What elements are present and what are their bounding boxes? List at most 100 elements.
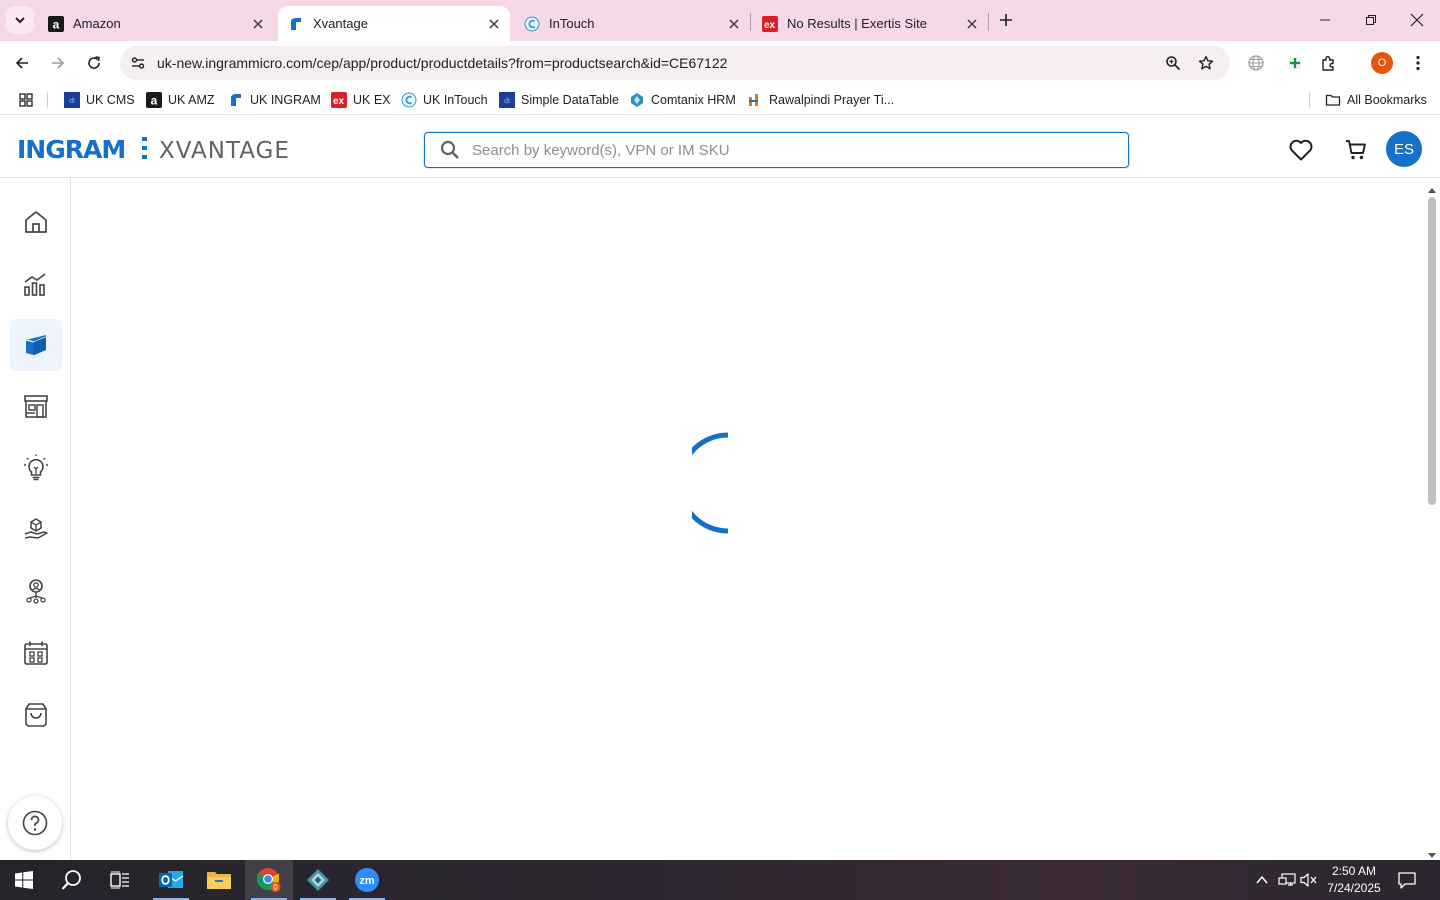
ingram-logo[interactable]: INGRAM xyxy=(17,135,126,164)
ingram-icon xyxy=(288,16,304,32)
bookmark-label: UK EX xyxy=(353,93,391,107)
taskbar-zoom[interactable]: zm xyxy=(343,860,391,900)
all-bookmarks-label: All Bookmarks xyxy=(1347,93,1427,107)
close-tab-icon[interactable] xyxy=(248,14,268,34)
volume-muted-icon[interactable] xyxy=(1299,870,1319,890)
browser-tab-strip: a Amazon Xvantage InTouch ex No Results … xyxy=(0,0,1440,41)
question-icon xyxy=(21,809,49,837)
bar-chart-icon xyxy=(22,270,50,298)
apps-icon[interactable] xyxy=(18,91,34,109)
bookmark-label: Rawalpindi Prayer Ti... xyxy=(769,93,895,107)
bookmark-uk-ex[interactable]: ex UK EX xyxy=(331,91,391,109)
scroll-down-icon[interactable] xyxy=(1428,846,1436,858)
tab-exertis[interactable]: ex No Results | Exertis Site xyxy=(752,6,988,41)
puzzle-icon[interactable] xyxy=(1318,52,1340,74)
sidebar-item-store[interactable] xyxy=(10,380,62,432)
bookmark-comtanix-hrm[interactable]: Comtanix HRM xyxy=(629,91,736,109)
tab-title: No Results | Exertis Site xyxy=(787,16,927,31)
sidebar-item-orders[interactable] xyxy=(10,689,62,741)
user-avatar[interactable]: ES xyxy=(1386,131,1422,167)
bookmark-uk-ingram[interactable]: UK INGRAM xyxy=(228,91,321,109)
shopping-bag-icon xyxy=(22,701,50,729)
svg-text:zm: zm xyxy=(359,875,375,887)
heart-icon[interactable] xyxy=(1286,135,1316,165)
scroll-up-icon[interactable] xyxy=(1428,182,1436,193)
zoom-icon[interactable] xyxy=(1163,53,1183,73)
bookmark-label: UK AMZ xyxy=(168,93,215,107)
box-icon xyxy=(22,331,50,359)
bookmark-separator xyxy=(1309,92,1310,108)
all-bookmarks[interactable]: All Bookmarks xyxy=(1325,91,1427,109)
reload-button[interactable] xyxy=(80,49,108,77)
close-tab-icon[interactable] xyxy=(484,14,504,34)
product-search[interactable] xyxy=(424,132,1129,168)
page-scrollbar[interactable] xyxy=(1424,178,1440,860)
chevron-down-icon xyxy=(14,14,26,26)
sidebar-item-ideas[interactable] xyxy=(10,442,62,494)
sidebar-item-calendar[interactable] xyxy=(10,627,62,679)
close-window-button[interactable] xyxy=(1394,0,1440,40)
folder-icon xyxy=(206,869,232,891)
bookmarks-bar: dt UK CMS a UK AMZ UK INGRAM ex UK EX UK… xyxy=(0,85,1440,115)
sidebar xyxy=(0,178,71,860)
close-tab-icon[interactable] xyxy=(962,14,982,34)
extension-plus-icon[interactable] xyxy=(1284,52,1306,74)
translate-icon[interactable] xyxy=(1245,52,1267,74)
tab-search-button[interactable] xyxy=(6,6,34,34)
svg-text:dt: dt xyxy=(69,98,75,105)
bookmark-uk-cms[interactable]: dt UK CMS xyxy=(64,91,135,109)
start-button[interactable] xyxy=(0,860,48,900)
taskbar-search-button[interactable] xyxy=(48,860,96,900)
main-content xyxy=(72,178,1424,860)
dt-icon: dt xyxy=(499,92,515,108)
tab-amazon[interactable]: a Amazon xyxy=(38,6,274,41)
xvantage-logo[interactable]: XVANTAGE xyxy=(159,138,290,164)
help-button[interactable] xyxy=(8,796,62,850)
bookmark-uk-amz[interactable]: a UK AMZ xyxy=(146,91,215,109)
taskbar-clock[interactable]: 2:50 AM 7/24/2025 xyxy=(1322,863,1386,897)
taskbar-file-explorer[interactable] xyxy=(195,860,243,900)
chevron-up-icon[interactable] xyxy=(1252,870,1272,890)
bookmark-simple-datatable[interactable]: dt Simple DataTable xyxy=(499,91,619,109)
bookmark-rawalpindi-prayer[interactable]: Rawalpindi Prayer Ti... xyxy=(747,91,894,109)
restore-button[interactable] xyxy=(1348,0,1394,40)
app-header: INGRAM XVANTAGE ES xyxy=(0,121,1440,178)
forward-button[interactable] xyxy=(44,49,72,77)
cart-icon[interactable] xyxy=(1341,135,1371,165)
bookmark-label: Comtanix HRM xyxy=(651,93,736,107)
sidebar-item-services[interactable] xyxy=(10,503,62,555)
tab-xvantage[interactable]: Xvantage xyxy=(278,6,510,41)
browser-toolbar: uk-new.ingrammicro.com/cep/app/product/p… xyxy=(0,41,1440,85)
loading-spinner-icon xyxy=(692,431,796,535)
windows-taskbar: 0 zm 2:50 AM 7/24/2025 xyxy=(0,860,1440,900)
clock-date: 7/24/2025 xyxy=(1327,881,1381,895)
notification-icon[interactable] xyxy=(1397,870,1417,890)
close-tab-icon[interactable] xyxy=(724,14,744,34)
search-icon[interactable] xyxy=(440,140,460,160)
taskbar-outlook[interactable] xyxy=(147,860,195,900)
tab-intouch[interactable]: InTouch xyxy=(514,6,750,41)
scrollbar-thumb[interactable] xyxy=(1428,197,1436,505)
sidebar-item-home[interactable] xyxy=(10,196,62,248)
outlook-icon xyxy=(158,868,184,892)
sidebar-item-support[interactable] xyxy=(10,565,62,617)
star-icon[interactable] xyxy=(1196,53,1216,73)
back-button[interactable] xyxy=(8,49,36,77)
minimize-button[interactable] xyxy=(1302,0,1348,40)
restore-icon xyxy=(1365,14,1377,26)
sidebar-item-analytics[interactable] xyxy=(10,258,62,310)
taskbar-app-diamond[interactable] xyxy=(294,860,342,900)
menu-dots-icon[interactable] xyxy=(1407,52,1429,74)
new-tab-button[interactable] xyxy=(994,8,1018,32)
network-icon[interactable] xyxy=(1277,870,1297,890)
task-view-button[interactable] xyxy=(96,860,144,900)
sidebar-item-products[interactable] xyxy=(10,319,62,371)
profile-avatar[interactable]: O xyxy=(1371,52,1393,74)
search-input[interactable] xyxy=(472,139,1112,161)
address-bar[interactable]: uk-new.ingrammicro.com/cep/app/product/p… xyxy=(120,46,1230,80)
site-settings-icon[interactable] xyxy=(128,53,148,73)
calendar-icon xyxy=(22,639,50,667)
taskbar-chrome[interactable]: 0 xyxy=(245,860,293,900)
bookmark-uk-intouch[interactable]: UK InTouch xyxy=(401,91,488,109)
amazon-icon: a xyxy=(48,15,64,32)
